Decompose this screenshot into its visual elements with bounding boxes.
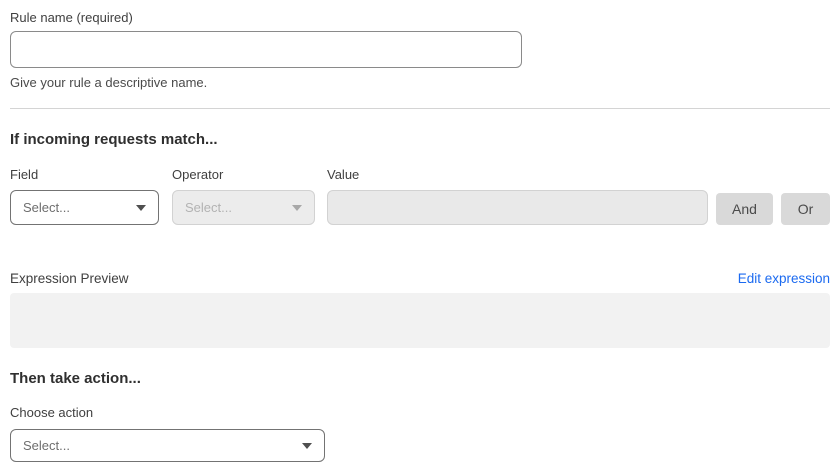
expression-preview-box: [10, 293, 830, 348]
rule-name-label: Rule name (required): [10, 10, 830, 25]
choose-action-select[interactable]: Select...: [10, 429, 325, 462]
chevron-down-icon: [292, 205, 302, 211]
field-label: Field: [10, 167, 159, 182]
chevron-down-icon: [302, 443, 312, 449]
match-section-heading: If incoming requests match...: [10, 131, 830, 149]
rule-form: Rule name (required) Give your rule a de…: [0, 0, 839, 462]
expression-preview-label: Expression Preview: [10, 271, 129, 286]
chevron-down-icon: [136, 205, 146, 211]
section-divider: [10, 108, 830, 109]
field-select-value: Select...: [23, 200, 70, 215]
rule-name-input[interactable]: [10, 31, 522, 68]
operator-select: Select...: [172, 190, 315, 225]
choose-action-select-value: Select...: [23, 438, 70, 453]
operator-select-value: Select...: [185, 200, 232, 215]
operator-label: Operator: [172, 167, 315, 182]
and-button[interactable]: And: [716, 193, 773, 225]
edit-expression-link[interactable]: Edit expression: [738, 271, 830, 286]
action-section-heading: Then take action...: [10, 370, 830, 388]
expression-preview-header: Expression Preview Edit expression: [10, 271, 830, 286]
or-button[interactable]: Or: [781, 193, 830, 225]
rule-name-help-text: Give your rule a descriptive name.: [10, 75, 830, 90]
expression-builder-row: Field Select... Operator Select... Value…: [10, 167, 830, 225]
value-label: Value: [327, 167, 708, 182]
field-select[interactable]: Select...: [10, 190, 159, 225]
value-input: [327, 190, 708, 225]
choose-action-label: Choose action: [10, 405, 830, 420]
